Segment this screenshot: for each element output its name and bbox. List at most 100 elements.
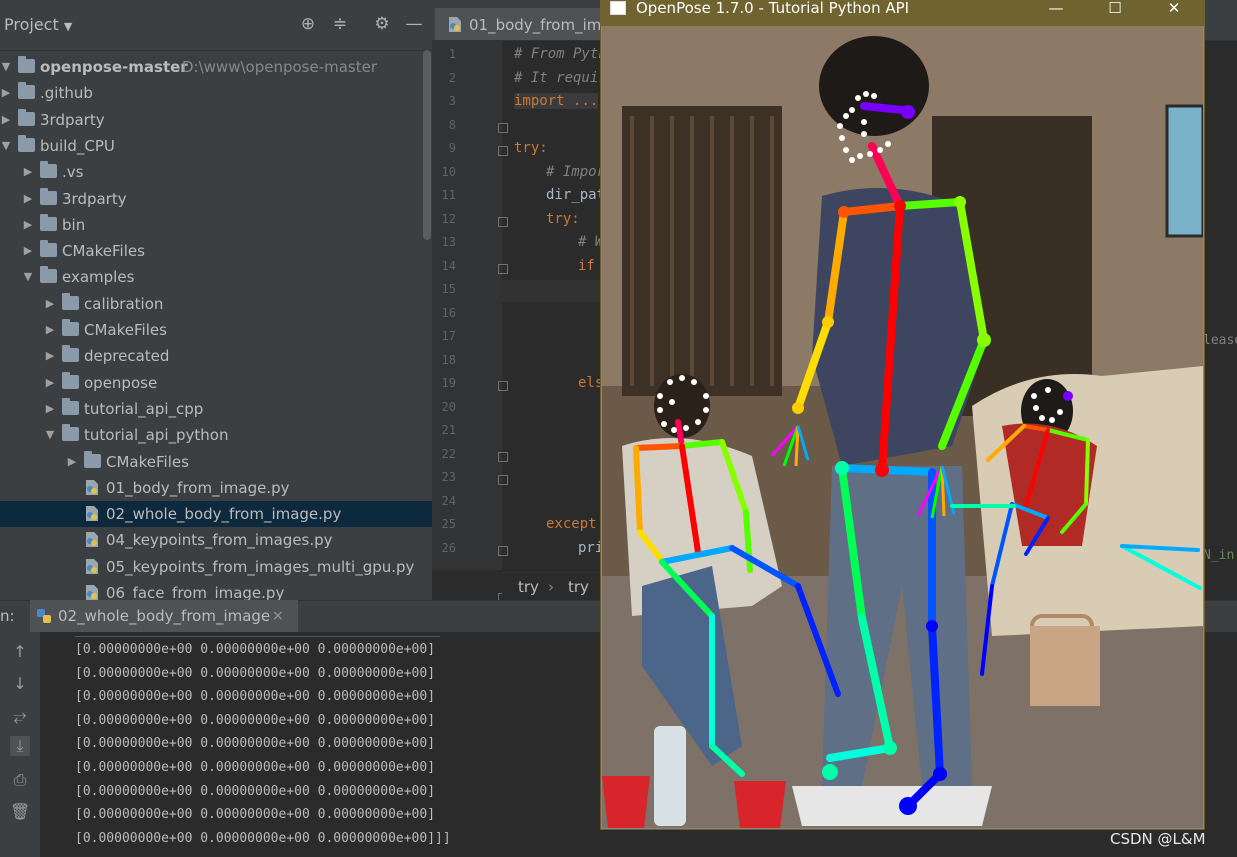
code-line: try: bbox=[514, 140, 548, 156]
run-tab-label: 02_whole_body_from_image bbox=[58, 607, 271, 625]
chevron-right-icon[interactable]: ▶ bbox=[44, 370, 56, 396]
soft-wrap-icon[interactable]: ⥂ bbox=[10, 706, 30, 726]
line-number: 12 bbox=[441, 211, 456, 226]
minimize-button[interactable]: — bbox=[1034, 0, 1078, 16]
tree-folder-item[interactable]: ▼ tutorial_api_python bbox=[0, 422, 432, 448]
arrow-up-icon[interactable]: ↑ bbox=[10, 642, 30, 662]
tree-folder-item[interactable]: ▶ .vs bbox=[0, 159, 432, 185]
fold-marker-icon[interactable] bbox=[498, 122, 508, 133]
chevron-right-icon[interactable]: ▶ bbox=[44, 317, 56, 343]
folder-icon bbox=[18, 108, 35, 126]
tree-item-label: openpose bbox=[84, 373, 158, 392]
chevron-right-icon[interactable]: ▶ bbox=[22, 212, 34, 238]
fold-marker-icon[interactable] bbox=[498, 381, 508, 391]
tree-file-item[interactable]: 06_face_from_image.py bbox=[0, 580, 432, 600]
tree-folder-item[interactable]: ▶ .github bbox=[0, 80, 432, 106]
tree-file-item[interactable]: 04_keypoints_from_images.py bbox=[0, 527, 432, 553]
chevron-right-icon[interactable]: ▶ bbox=[66, 449, 78, 475]
app-icon bbox=[610, 1, 626, 15]
tree-folder-item[interactable]: ▶ CMakeFiles bbox=[0, 238, 432, 264]
fold-marker-icon[interactable] bbox=[498, 146, 508, 156]
chevron-down-icon[interactable]: ▼ bbox=[44, 422, 56, 448]
arrow-down-icon[interactable]: ↓ bbox=[10, 674, 30, 694]
tree-item-label: CMakeFiles bbox=[84, 321, 167, 339]
chevron-right-icon[interactable]: ▶ bbox=[44, 291, 56, 317]
fold-marker-icon[interactable] bbox=[498, 475, 508, 485]
project-scrollbar[interactable] bbox=[423, 50, 431, 240]
tree-item-label: tutorial_api_cpp bbox=[84, 399, 204, 418]
folder-icon bbox=[40, 266, 57, 284]
tree-folder-item[interactable]: ▼ examples bbox=[0, 264, 432, 290]
line-number: 18 bbox=[441, 352, 456, 367]
collapse-all-icon[interactable]: ≑ bbox=[330, 14, 350, 34]
hide-panel-icon[interactable]: — bbox=[404, 14, 424, 34]
code-line: try: bbox=[546, 210, 580, 227]
chevron-down-icon[interactable]: ▼ bbox=[0, 133, 12, 159]
line-number: 3 bbox=[448, 94, 456, 108]
tree-item-label: 3rdparty bbox=[40, 110, 105, 129]
trash-icon[interactable]: 🗑 bbox=[10, 802, 30, 822]
chevron-right-icon[interactable]: ▶ bbox=[44, 396, 56, 422]
folder-icon bbox=[62, 345, 79, 363]
code-line: # It requir bbox=[514, 69, 607, 86]
chevron-right-icon[interactable]: ▶ bbox=[0, 107, 12, 133]
project-view-selector[interactable]: Project ▼ bbox=[4, 15, 72, 34]
breadcrumb-item[interactable]: try bbox=[568, 578, 589, 596]
chevron-right-icon[interactable]: ▶ bbox=[22, 238, 34, 264]
tree-folder-item[interactable]: ▶ openpose bbox=[0, 370, 432, 396]
folder-icon bbox=[18, 82, 35, 100]
line-number: 23 bbox=[441, 470, 456, 484]
pose-photo-scene bbox=[602, 26, 1203, 828]
close-icon[interactable]: × bbox=[272, 608, 284, 624]
tree-folder-item[interactable]: ▶ CMakeFiles bbox=[0, 449, 432, 475]
tree-folder-item[interactable]: ▶ calibration bbox=[0, 291, 432, 317]
folder-icon bbox=[18, 134, 35, 152]
fold-marker-icon[interactable] bbox=[498, 263, 508, 274]
chevron-down-icon[interactable]: ▼ bbox=[0, 54, 12, 80]
line-number: 17 bbox=[441, 329, 456, 343]
clipped-code-text: lease bbox=[1203, 333, 1237, 348]
close-button[interactable]: ✕ bbox=[1152, 0, 1196, 16]
print-icon[interactable]: ⎙ bbox=[10, 770, 30, 790]
fold-marker-icon[interactable] bbox=[498, 545, 508, 556]
tree-folder-item[interactable]: ▶ bin bbox=[0, 212, 432, 238]
tree-item-label: tutorial_api_python bbox=[84, 426, 229, 445]
folder-icon bbox=[62, 397, 79, 415]
line-number: 13 bbox=[441, 235, 456, 249]
chevron-down-icon[interactable]: ▼ bbox=[22, 264, 34, 290]
tree-file-item[interactable]: 02_whole_body_from_image.py bbox=[0, 501, 432, 528]
console-line: [0.00000000e+00 0.00000000e+00 0.0000000… bbox=[75, 807, 436, 823]
fold-marker-icon[interactable] bbox=[498, 451, 508, 462]
line-number: 26 bbox=[441, 540, 456, 555]
tree-item-label: 04_keypoints_from_images.py bbox=[106, 531, 333, 550]
tree-folder-item[interactable]: ▶ 3rdparty bbox=[0, 186, 432, 212]
editor-tab[interactable]: 01_body_from_ima bbox=[435, 8, 611, 40]
chevron-right-icon[interactable]: ▶ bbox=[22, 186, 34, 212]
tree-item-label: calibration bbox=[84, 294, 164, 313]
gear-icon[interactable]: ⚙ bbox=[372, 14, 392, 34]
tree-folder-item[interactable]: ▶ CMakeFiles bbox=[0, 317, 432, 343]
folder-icon bbox=[62, 371, 79, 389]
tree-item-label: .vs bbox=[62, 163, 84, 182]
scroll-to-end-icon[interactable]: ⤓ bbox=[10, 736, 30, 756]
tree-folder-item[interactable]: ▶ 3rdparty bbox=[0, 107, 432, 133]
window-title: OpenPose 1.7.0 - Tutorial Python API bbox=[636, 0, 910, 17]
fold-marker-icon[interactable] bbox=[498, 216, 508, 227]
locate-icon[interactable]: ⊕ bbox=[298, 14, 318, 34]
console-line: [0.00000000e+00 0.00000000e+00 0.0000000… bbox=[75, 712, 436, 728]
chevron-right-icon[interactable]: ▶ bbox=[44, 343, 56, 369]
tree-file-item[interactable]: 01_body_from_image.py bbox=[0, 475, 432, 501]
python-file-icon bbox=[449, 17, 461, 32]
tree-folder-item[interactable]: ▶ tutorial_api_cpp bbox=[0, 396, 432, 422]
folder-icon bbox=[40, 213, 57, 231]
tree-folder-item[interactable]: ▶ deprecated bbox=[0, 343, 432, 369]
project-panel-header: Project ▼ ⊕ ≑ ⚙ — bbox=[0, 0, 432, 51]
chevron-right-icon[interactable]: ▶ bbox=[22, 159, 34, 185]
breadcrumb-item[interactable]: try bbox=[518, 578, 539, 596]
tree-item-label: deprecated bbox=[84, 347, 170, 366]
tree-file-item[interactable]: 05_keypoints_from_images_multi_gpu.py bbox=[0, 554, 432, 580]
maximize-button[interactable]: ☐ bbox=[1093, 0, 1137, 16]
chevron-right-icon[interactable]: ▶ bbox=[0, 80, 12, 106]
tree-folder-item[interactable]: ▼ build_CPU bbox=[0, 133, 432, 159]
tree-folder-item[interactable]: ▼ openpose-master D:\www\openpose-master bbox=[0, 54, 432, 80]
